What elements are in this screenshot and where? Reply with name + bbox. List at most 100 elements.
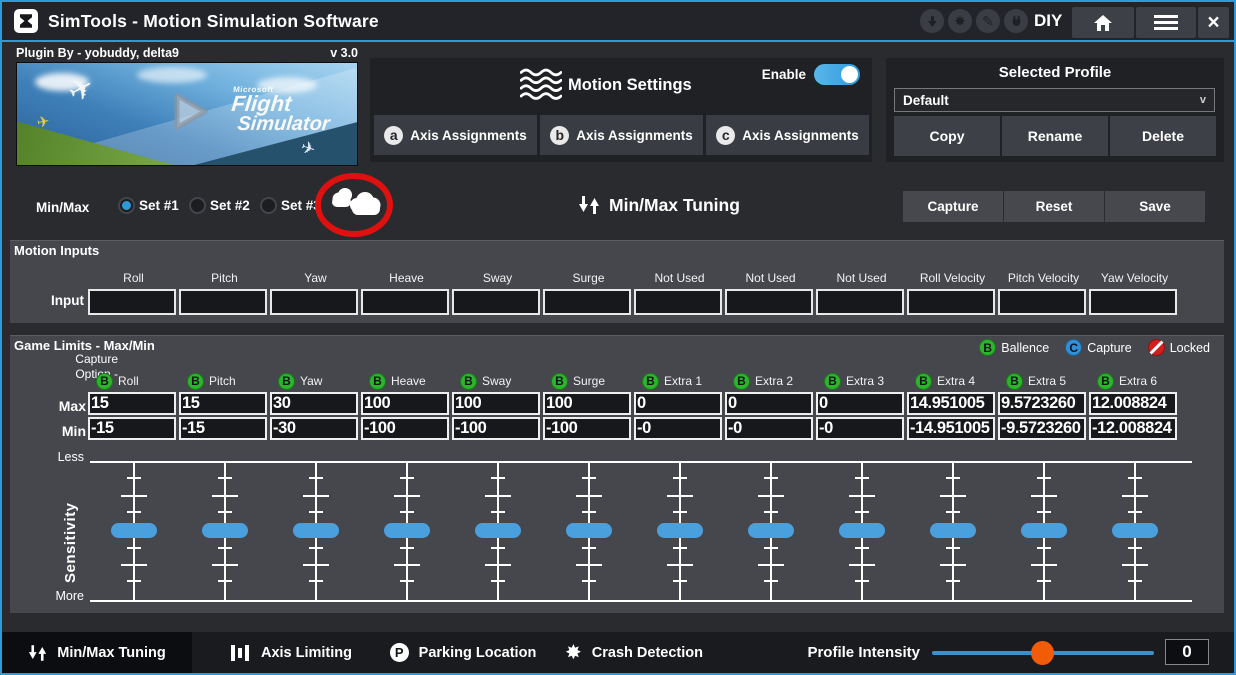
slider-handle[interactable] [384,523,430,538]
max-limit-field[interactable] [998,392,1086,415]
profile-copy-button[interactable]: Copy [894,116,1000,156]
download-icon[interactable] [920,9,944,33]
min-limit-field[interactable] [452,417,540,440]
max-limit-field[interactable] [543,392,631,415]
slider-handle[interactable] [748,523,794,538]
motion-input-field[interactable] [1089,289,1177,315]
axis-assignments-label: Axis Assignments [410,128,527,143]
slider-handle[interactable] [566,523,612,538]
axis-assignments-button-b[interactable]: bAxis Assignments [540,115,703,155]
slider-handle[interactable] [1112,523,1158,538]
simtools-window: SimTools - Motion Simulation Software ✸ … [0,0,1236,675]
motion-input-field[interactable] [634,289,722,315]
motion-input-column: Roll Velocity [907,271,998,315]
menu-button[interactable] [1136,7,1196,38]
max-limit-field[interactable] [270,392,358,415]
motion-input-column: Not Used [634,271,725,315]
max-limit-field[interactable] [1089,392,1177,415]
sensitivity-slider[interactable] [907,461,998,600]
slider-handle[interactable] [475,523,521,538]
profile-delete-button[interactable]: Delete [1110,116,1216,156]
slider-handle[interactable] [1021,523,1067,538]
motion-input-field[interactable] [907,289,995,315]
motion-input-field[interactable] [816,289,904,315]
motion-input-column-label: Not Used [816,271,907,287]
motion-input-field[interactable] [725,289,813,315]
min-limit-field[interactable] [543,417,631,440]
max-limit-field[interactable] [88,392,176,415]
home-button[interactable] [1072,7,1134,38]
tab-axis-limiting[interactable]: Axis Limiting [207,632,375,673]
sensitivity-slider[interactable] [179,461,270,600]
motion-input-column-label: Surge [543,271,634,287]
profile-rename-button[interactable]: Rename [1002,116,1108,156]
play-button-icon[interactable] [161,86,213,143]
min-limit-field[interactable] [816,417,904,440]
motion-input-field[interactable] [270,289,358,315]
slider-handle[interactable] [111,523,157,538]
radio-icon[interactable] [189,197,206,214]
min-limit-field[interactable] [270,417,358,440]
clouds-icon[interactable] [314,172,394,243]
tab-min-max-tuning[interactable]: Min/Max Tuning [2,632,192,673]
tab-parking-location[interactable]: PParking Location [380,632,546,673]
min-limit-field[interactable] [725,417,813,440]
min-limit-field[interactable] [907,417,995,440]
sensitivity-slider[interactable] [543,461,634,600]
sensitivity-slider[interactable] [270,461,361,600]
axis-assignments-button-c[interactable]: cAxis Assignments [706,115,869,155]
capture-button[interactable]: Capture [903,191,1003,222]
slider-handle[interactable] [930,523,976,538]
slider-handle[interactable] [293,523,339,538]
sensitivity-slider[interactable] [634,461,725,600]
motion-input-field[interactable] [452,289,540,315]
min-limit-field[interactable] [361,417,449,440]
min-limit-field[interactable] [998,417,1086,440]
reset-button[interactable]: Reset [1004,191,1104,222]
slider-handle[interactable] [839,523,885,538]
max-limit-field[interactable] [179,392,267,415]
slider-handle[interactable] [202,523,248,538]
set-radio-option-set-1[interactable]: Set #1 [118,197,182,214]
max-limit-field[interactable] [816,392,904,415]
sensitivity-slider[interactable] [88,461,179,600]
min-limit-field[interactable] [179,417,267,440]
radio-icon[interactable] [260,197,277,214]
max-limit-field[interactable] [634,392,722,415]
tab-crash-detection[interactable]: ✸Crash Detection [554,632,714,673]
sensitivity-slider[interactable] [725,461,816,600]
slider-tick [855,547,869,549]
set-radio-option-set-2[interactable]: Set #2 [189,197,253,214]
enable-toggle[interactable] [814,64,860,85]
motion-input-field[interactable] [998,289,1086,315]
save-button[interactable]: Save [1105,191,1205,222]
motion-input-field[interactable] [361,289,449,315]
slider-bottom-rail [90,600,1192,602]
max-limit-field[interactable] [907,392,995,415]
motion-input-field[interactable] [179,289,267,315]
sensitivity-slider[interactable] [1089,461,1180,600]
edit-icon[interactable]: ✎ [976,9,1000,33]
plug-icon[interactable] [1004,9,1028,33]
axis-assignments-button-a[interactable]: aAxis Assignments [374,115,537,155]
sensitivity-slider[interactable] [452,461,543,600]
sensitivity-slider[interactable] [998,461,1089,600]
close-button[interactable]: × [1198,7,1229,38]
sensitivity-slider[interactable] [361,461,452,600]
max-limit-field[interactable] [361,392,449,415]
min-limit-field[interactable] [634,417,722,440]
min-limit-field[interactable] [1089,417,1177,440]
max-limit-field[interactable] [452,392,540,415]
game-thumbnail[interactable]: ✈ ✈ ✈ Microsoft Flight Simulator [16,62,358,166]
radio-icon[interactable] [118,197,135,214]
motion-input-field[interactable] [543,289,631,315]
motion-input-column: Yaw Velocity [1089,271,1180,315]
profile-dropdown[interactable]: Default v [894,88,1215,112]
sensitivity-slider[interactable] [816,461,907,600]
max-limit-field[interactable] [725,392,813,415]
slider-handle[interactable] [657,523,703,538]
burst-icon[interactable]: ✸ [948,9,972,33]
profile-intensity-handle[interactable] [1031,641,1054,665]
min-limit-field[interactable] [88,417,176,440]
motion-input-field[interactable] [88,289,176,315]
